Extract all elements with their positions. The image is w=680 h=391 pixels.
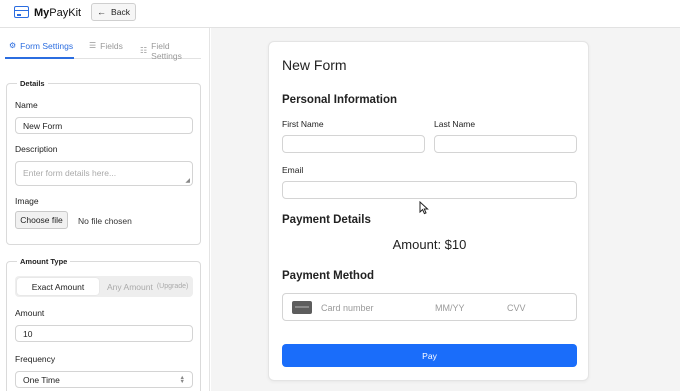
amount-display: Amount: $10 [392,237,467,252]
first-name-label: First Name [282,119,324,129]
any-amount-label: Any Amount [107,281,153,292]
amount-input[interactable]: 10 [15,325,193,342]
last-name-input[interactable] [434,135,577,153]
frequency-select[interactable]: One Time ▲ ▼ [15,371,193,388]
tab-label: Field Settings [151,41,182,61]
description-textarea[interactable]: Enter form details here... ◢ [15,161,193,186]
description-label: Description [15,144,58,154]
select-caret-icon: ▲ ▼ [179,375,185,385]
upgrade-tag: (Upgrade) [156,283,189,290]
back-button[interactable]: ← Back [91,3,136,21]
top-bar: MyPayKit ← Back [0,0,680,28]
exact-amount-option[interactable]: Exact Amount [17,278,99,295]
resize-handle-icon[interactable]: ◢ [185,177,190,184]
image-label: Image [15,196,39,206]
preview-area: New Form Personal Information First Name… [211,28,680,391]
settings-panel: ⚙ Form Settings ☰ Fields ☷ Field Setting… [0,28,210,391]
any-amount-option[interactable]: Any Amount (Upgrade) [107,276,188,297]
mouse-cursor-icon [419,201,429,215]
last-name-label: Last Name [434,119,476,129]
settings-tabs: ⚙ Form Settings ☰ Fields ☷ Field Setting… [5,38,201,61]
app-title-rest: PayKit [49,7,82,19]
app-title-bold: My [34,7,50,19]
details-card: Details Name New Form Description Enter … [6,79,201,245]
email-input[interactable] [282,181,577,199]
frequency-value: One Time [23,374,60,385]
app-title: MyPayKit [34,7,81,19]
payment-details-heading: Payment Details [282,214,371,226]
tab-label: Form Settings [20,41,74,51]
card-input-group[interactable]: Card number MM/YY CVV [282,293,577,321]
tab-label: Fields [100,41,123,51]
sliders-icon: ☷ [140,46,148,55]
personal-info-heading: Personal Information [282,94,398,106]
back-label: Back [111,7,130,17]
card-number-input[interactable]: Card number [321,303,374,313]
active-tab-indicator [5,57,74,59]
pay-button[interactable]: Pay [282,344,577,367]
email-label: Email [282,165,304,175]
expiry-input[interactable]: MM/YY [435,303,465,313]
name-input[interactable]: New Form [15,117,193,134]
cvv-input[interactable]: CVV [507,303,526,313]
arrow-left-icon: ← [97,7,107,17]
list-icon: ☰ [89,41,97,50]
form-title: New Form [282,57,347,73]
credit-card-icon [14,6,29,18]
name-label: Name [15,100,38,110]
details-legend: Details [17,79,48,88]
amount-label: Amount [15,308,45,318]
tab-field-settings[interactable]: ☷ Field Settings [140,41,201,61]
gear-icon: ⚙ [9,41,17,50]
tab-fields[interactable]: ☰ Fields [89,41,123,51]
file-status: No file chosen [78,216,132,226]
payment-method-heading: Payment Method [282,270,375,282]
choose-file-button[interactable]: Choose file [15,211,68,229]
amount-type-toggle: Exact Amount Any Amount (Upgrade) [15,276,193,297]
amount-type-card: Amount Type Exact Amount Any Amount (Upg… [6,257,201,391]
first-name-input[interactable] [282,135,425,153]
description-placeholder: Enter form details here... [23,168,117,178]
amount-type-legend: Amount Type [17,257,71,266]
frequency-label: Frequency [15,354,56,364]
tab-form-settings[interactable]: ⚙ Form Settings [9,41,73,51]
credit-card-icon [292,301,312,314]
